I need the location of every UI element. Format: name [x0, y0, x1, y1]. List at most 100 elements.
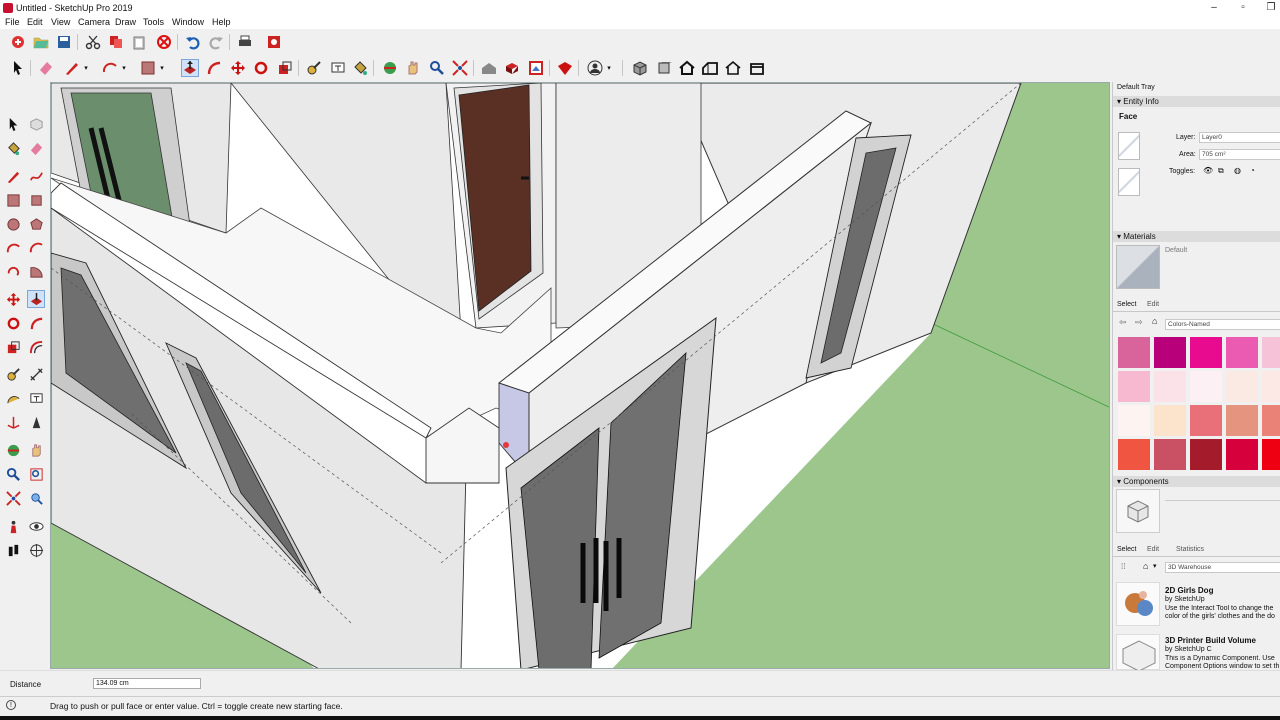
new-icon[interactable]	[9, 33, 27, 51]
material-swatch[interactable]	[1190, 371, 1222, 402]
menu-camera[interactable]: Camera	[78, 17, 110, 27]
chevron-down-icon[interactable]: ▾	[157, 59, 167, 77]
polygon-icon[interactable]	[27, 215, 45, 233]
material-swatch[interactable]	[1190, 439, 1222, 470]
layer-select[interactable]: Layer0	[1199, 132, 1280, 143]
orbit-icon[interactable]	[4, 441, 22, 459]
look-around-icon[interactable]	[27, 517, 45, 535]
material-swatch[interactable]	[1226, 337, 1258, 368]
tape-measure-icon[interactable]	[4, 365, 22, 383]
menu-file[interactable]: File	[5, 17, 20, 27]
eraser-icon[interactable]	[27, 139, 45, 157]
select-arrow-icon[interactable]	[9, 59, 27, 77]
move-icon[interactable]	[4, 290, 22, 308]
rotate-icon[interactable]	[252, 59, 270, 77]
entity-info-header[interactable]: ▾ Entity Info	[1113, 96, 1280, 107]
zoom-icon[interactable]	[4, 465, 22, 483]
components-tab-select[interactable]: Select	[1117, 546, 1136, 553]
cast-shadow-toggle-icon[interactable]: ◍	[1234, 166, 1241, 175]
menu-window[interactable]: Window	[172, 17, 204, 27]
undo-icon[interactable]	[184, 33, 202, 51]
components-tab-edit[interactable]: Edit	[1147, 546, 1159, 553]
save-icon[interactable]	[55, 33, 73, 51]
front-material-swatch[interactable]	[1118, 132, 1140, 160]
menu-help[interactable]: Help	[212, 17, 231, 27]
copy-icon[interactable]	[107, 33, 125, 51]
follow-me-icon[interactable]	[205, 59, 223, 77]
material-swatch[interactable]	[1262, 439, 1280, 470]
eraser-icon[interactable]	[37, 59, 55, 77]
menu-draw[interactable]: Draw	[115, 17, 136, 27]
line-pencil-icon[interactable]	[4, 167, 22, 185]
chevron-down-icon[interactable]: ▾	[119, 59, 129, 77]
home-icon[interactable]: ⌂	[1143, 561, 1148, 571]
axes-icon[interactable]	[4, 413, 22, 431]
offset-icon[interactable]	[27, 338, 45, 356]
material-swatch[interactable]	[1118, 371, 1150, 402]
orbit-icon[interactable]	[381, 59, 399, 77]
menu-tools[interactable]: Tools	[143, 17, 164, 27]
back-material-swatch[interactable]	[1118, 168, 1140, 196]
warehouse-icon[interactable]	[480, 59, 498, 77]
walk-icon[interactable]	[4, 541, 22, 559]
section-plane-icon[interactable]	[27, 541, 45, 559]
visibility-toggle-icon[interactable]: 👁	[1203, 166, 1213, 175]
paste-icon[interactable]	[130, 33, 148, 51]
account-icon[interactable]	[586, 59, 604, 77]
material-swatch[interactable]	[1118, 405, 1150, 436]
material-library-select[interactable]: Colors-Named	[1165, 319, 1280, 330]
material-swatch[interactable]	[1190, 405, 1222, 436]
top-view-icon[interactable]	[655, 59, 673, 77]
right-view-icon[interactable]	[701, 59, 719, 77]
layout-icon[interactable]	[527, 59, 545, 77]
minimize-button[interactable]: –	[1207, 1, 1221, 14]
material-swatch[interactable]	[1154, 439, 1186, 470]
push-pull-icon[interactable]	[181, 59, 199, 77]
scale-icon[interactable]	[4, 338, 22, 356]
zoom-window-icon[interactable]	[27, 465, 45, 483]
circle-icon[interactable]	[4, 215, 22, 233]
paint-bucket-icon[interactable]	[351, 59, 369, 77]
extension-warehouse-icon[interactable]	[503, 59, 521, 77]
component-search-input[interactable]: 3D Warehouse	[1165, 562, 1280, 573]
text-icon[interactable]	[329, 59, 347, 77]
components-header[interactable]: ▾ Components	[1113, 476, 1280, 487]
erase-icon[interactable]	[155, 33, 173, 51]
chevron-down-icon[interactable]: ▾	[81, 59, 91, 77]
select-arrow-icon[interactable]	[4, 115, 22, 133]
rectangle-icon[interactable]	[139, 59, 157, 77]
chevron-down-icon[interactable]: ▾	[1153, 562, 1157, 570]
line-pencil-icon[interactable]	[63, 59, 81, 77]
materials-tab-select[interactable]: Select	[1117, 301, 1136, 308]
home-icon[interactable]: ⌂	[1152, 316, 1157, 326]
pie-icon[interactable]	[27, 262, 45, 280]
material-swatch[interactable]	[1118, 439, 1150, 470]
pan-hand-icon[interactable]	[27, 441, 45, 459]
position-camera-icon[interactable]	[4, 517, 22, 535]
paint-bucket-icon[interactable]	[4, 139, 22, 157]
text-icon[interactable]	[27, 389, 45, 407]
zoom-icon[interactable]	[428, 59, 446, 77]
protractor-icon[interactable]	[4, 389, 22, 407]
model-info-icon[interactable]	[265, 33, 283, 51]
dimension-icon[interactable]	[27, 365, 45, 383]
material-swatch[interactable]	[1154, 337, 1186, 368]
follow-me-icon[interactable]	[27, 314, 45, 332]
iso-view-icon[interactable]	[631, 59, 649, 77]
previous-view-icon[interactable]	[27, 489, 45, 507]
material-swatch[interactable]	[1226, 405, 1258, 436]
model-viewport[interactable]	[50, 82, 1110, 669]
rotated-rectangle-icon[interactable]	[27, 191, 45, 209]
material-swatch[interactable]	[1226, 371, 1258, 402]
components-tab-statistics[interactable]: Statistics	[1176, 546, 1204, 553]
zoom-extents-icon[interactable]	[4, 489, 22, 507]
menu-edit[interactable]: Edit	[27, 17, 43, 27]
left-view-icon[interactable]	[748, 59, 766, 77]
tape-measure-icon[interactable]	[305, 59, 323, 77]
make-component-icon[interactable]	[27, 115, 45, 133]
print-icon[interactable]	[236, 33, 254, 51]
back-view-icon[interactable]	[724, 59, 742, 77]
close-button[interactable]: ❐	[1264, 1, 1278, 14]
measurement-value-input[interactable]: 134.09 cm	[93, 678, 201, 689]
maximize-button[interactable]: ▫	[1236, 1, 1250, 14]
